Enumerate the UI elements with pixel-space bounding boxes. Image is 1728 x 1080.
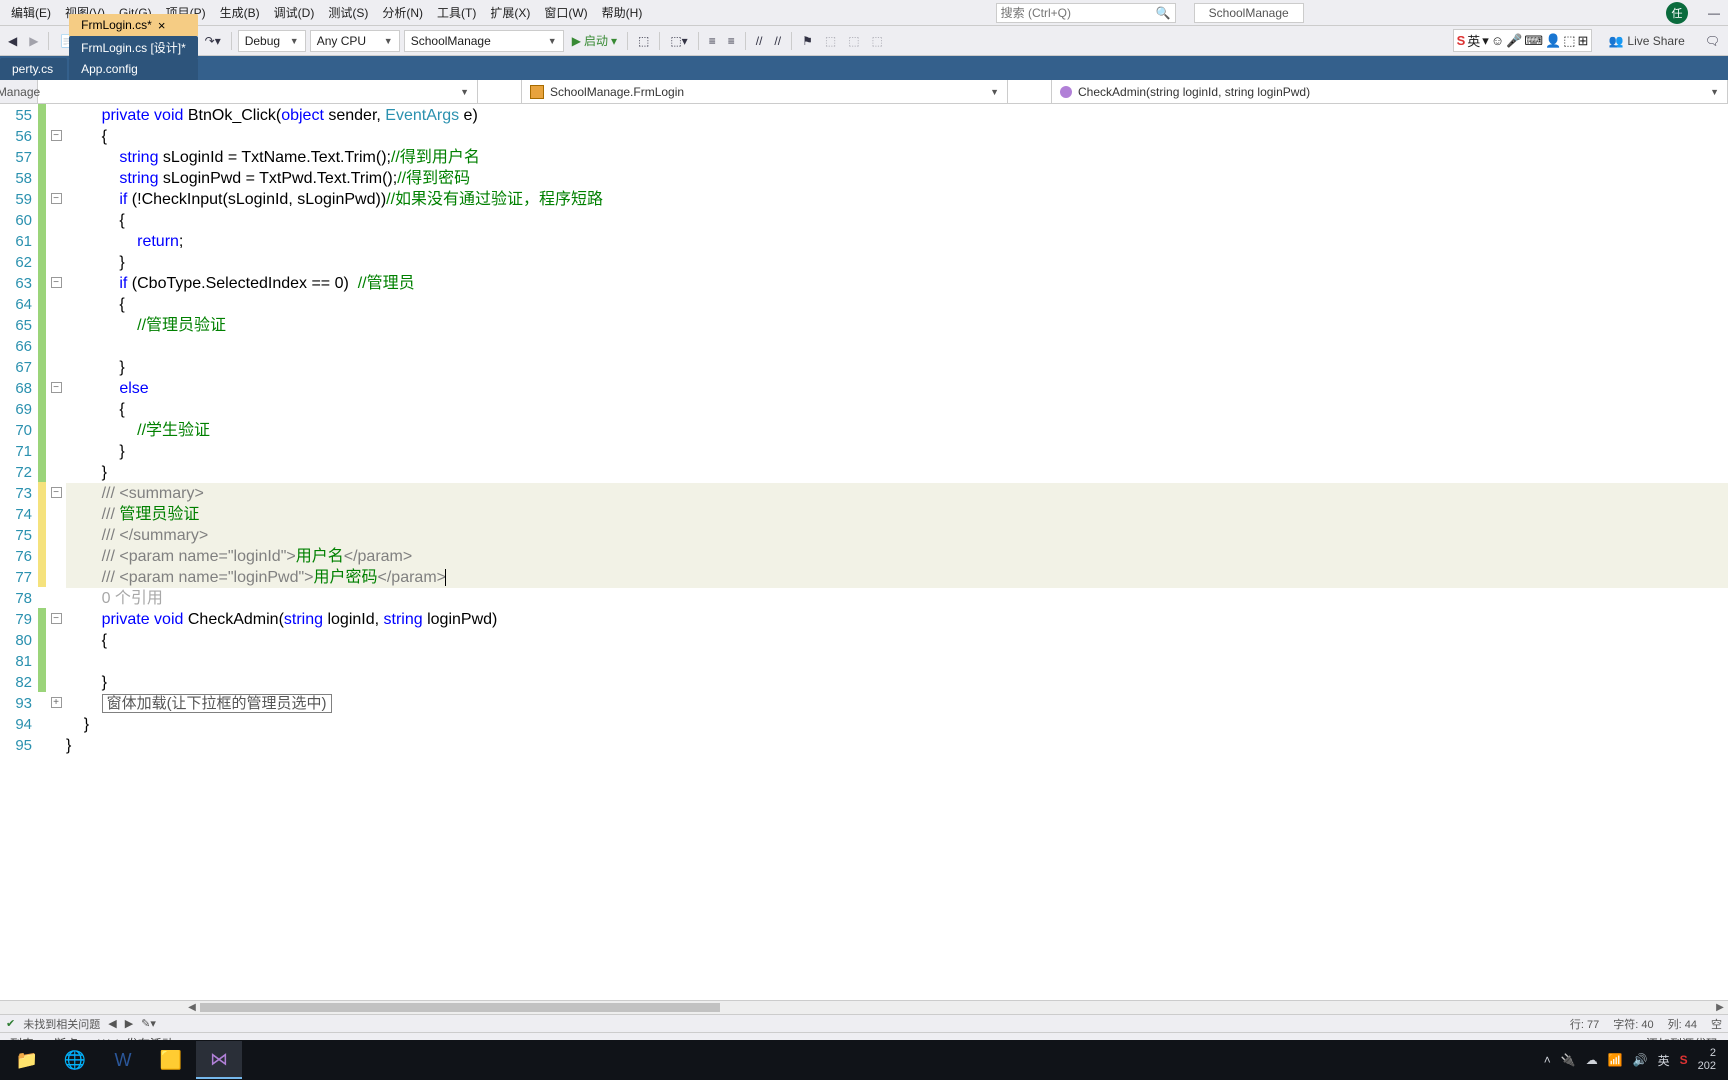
scroll-thumb[interactable] [200,1003,720,1012]
browser-icon[interactable]: 🌐 [52,1041,98,1079]
menu-item[interactable]: 调试(D) [267,3,322,23]
tray-cloud-icon[interactable]: ☁ [1586,1053,1598,1067]
no-issues-label: 未找到相关问题 [23,1016,100,1032]
menu-item[interactable]: 编辑(E) [4,3,58,23]
caret-char: 字符: 40 [1613,1016,1653,1032]
doc-tab[interactable]: App.config [69,58,198,80]
minimize-icon[interactable]: — [1704,4,1724,22]
menu-item[interactable]: 分析(N) [375,3,430,23]
tray-power-icon[interactable]: 🔌 [1561,1053,1576,1067]
caret-line: 行: 77 [1570,1016,1599,1032]
tray-volume-icon[interactable]: 🔊 [1633,1053,1648,1067]
nav-prev-icon[interactable]: ◀ [108,1017,116,1030]
feedback-icon[interactable]: 🗨 [1701,32,1724,50]
file-explorer-icon[interactable]: 📁 [4,1041,50,1079]
nav-next-icon[interactable]: ▶ [125,1017,133,1030]
code-nav-bar: Manage ▼ SchoolManage.FrmLogin▼ CheckAdm… [0,80,1728,104]
live-share-button[interactable]: 👥 Live Share [1608,34,1684,48]
tool-icon-5[interactable]: ⬚ [868,32,887,50]
class-icon [530,85,544,99]
visual-studio-icon[interactable]: ⋈ [196,1041,242,1079]
scroll-right-icon[interactable]: ▶ [1712,1001,1728,1014]
fold-gutter[interactable]: −−−−−−+ [46,104,66,1000]
uncomment-icon[interactable]: // [770,32,785,50]
member-combo[interactable]: CheckAdmin(string loginId, string loginP… [1052,80,1728,103]
close-icon[interactable]: × [158,18,166,33]
class-combo[interactable]: SchoolManage.FrmLogin▼ [522,80,1008,103]
menu-item[interactable]: 扩展(X) [483,3,537,23]
project-combo[interactable]: ▼ [38,80,478,103]
indent-icon[interactable]: ≡ [705,32,720,50]
caret-col: 列: 44 [1668,1016,1697,1032]
menu-item[interactable]: 窗口(W) [537,3,594,23]
code-area[interactable]: private void BtnOk_Click(object sender, … [66,104,1728,1000]
tray-wifi-icon[interactable]: 📶 [1608,1053,1623,1067]
nav-gap2 [1008,80,1052,103]
windows-taskbar: 📁 🌐 W 🟨 ⋈ ˄ 🔌 ☁ 📶 🔊 英 S 2 202 [0,1040,1728,1080]
line-numbers: 5556575859606162636465666768697071727374… [0,104,38,1000]
back-icon[interactable]: ◀ [4,32,21,50]
config-combo[interactable]: Debug▼ [238,30,306,52]
doc-tab-partial[interactable]: perty.cs [0,58,67,80]
menu-item[interactable]: 测试(S) [321,3,375,23]
comment-icon[interactable]: // [752,32,767,50]
h-scrollbar[interactable]: ◀ ▶ [0,1000,1728,1014]
document-tabs: perty.cs FrmLogin.cs*×FrmLogin.cs [设计]*A… [0,56,1728,80]
bookmark-icon[interactable]: ⚑ [798,32,817,50]
quick-search[interactable]: 🔍 [996,3,1176,23]
menu-item[interactable]: 工具(T) [430,3,483,23]
editor-status-row: ✔ 未找到相关问题 ◀ ▶ ✎▾ 行: 77 字符: 40 列: 44 空 [0,1014,1728,1032]
app-icon[interactable]: 🟨 [148,1041,194,1079]
doc-tab[interactable]: FrmLogin.cs [设计]* [69,36,198,58]
redo-icon[interactable]: ↷▾ [201,32,225,50]
forward-icon[interactable]: ▶ [25,32,42,50]
tray-ime[interactable]: 英 [1658,1052,1670,1069]
change-marks [38,104,46,1000]
method-icon [1060,86,1072,98]
status-ok-icon: ✔ [6,1017,15,1030]
tray-sogou-icon[interactable]: S [1680,1053,1688,1067]
user-avatar[interactable]: 任 [1666,2,1688,24]
menu-bar: 编辑(E)视图(V)Git(G)项目(P)生成(B)调试(D)测试(S)分析(N… [0,0,1728,26]
nav-gap [478,80,522,103]
spaces-label: 空 [1711,1016,1722,1032]
tool-icon-2[interactable]: ⬚▾ [666,32,691,50]
doc-tab[interactable]: FrmLogin.cs*× [69,14,198,36]
start-debug-button[interactable]: ▶ 启动 ▾ [568,30,621,51]
menu-item[interactable]: 生成(B) [213,3,267,23]
tool-icon-4[interactable]: ⬚ [844,32,863,50]
ime-indicator[interactable]: S 英▾ ☺🎤⌨👤⬚⊞ [1453,29,1593,52]
search-icon: 🔍 [1156,6,1171,20]
tray-clock[interactable]: 2 202 [1698,1047,1716,1073]
menu-item[interactable]: 帮助(H) [595,3,650,23]
startup-combo[interactable]: SchoolManage▼ [404,30,564,52]
code-editor[interactable]: 5556575859606162636465666768697071727374… [0,104,1728,1000]
platform-combo[interactable]: Any CPU▼ [310,30,400,52]
tray-up-icon[interactable]: ˄ [1544,1053,1551,1067]
main-toolbar: ◀ ▶ 📄 📂 💾 🗃 ↶▾ ↷▾ Debug▼ Any CPU▼ School… [0,26,1728,56]
tool-icon-1[interactable]: ⬚ [634,32,653,50]
solution-name: SchoolManage [1194,3,1304,23]
tool-icon-3[interactable]: ⬚ [821,32,840,50]
outdent-icon[interactable]: ≡ [724,32,739,50]
nav-left-label[interactable]: Manage [0,80,38,103]
word-icon[interactable]: W [100,1041,146,1079]
search-input[interactable] [1001,6,1156,20]
scroll-left-icon[interactable]: ◀ [184,1001,200,1014]
